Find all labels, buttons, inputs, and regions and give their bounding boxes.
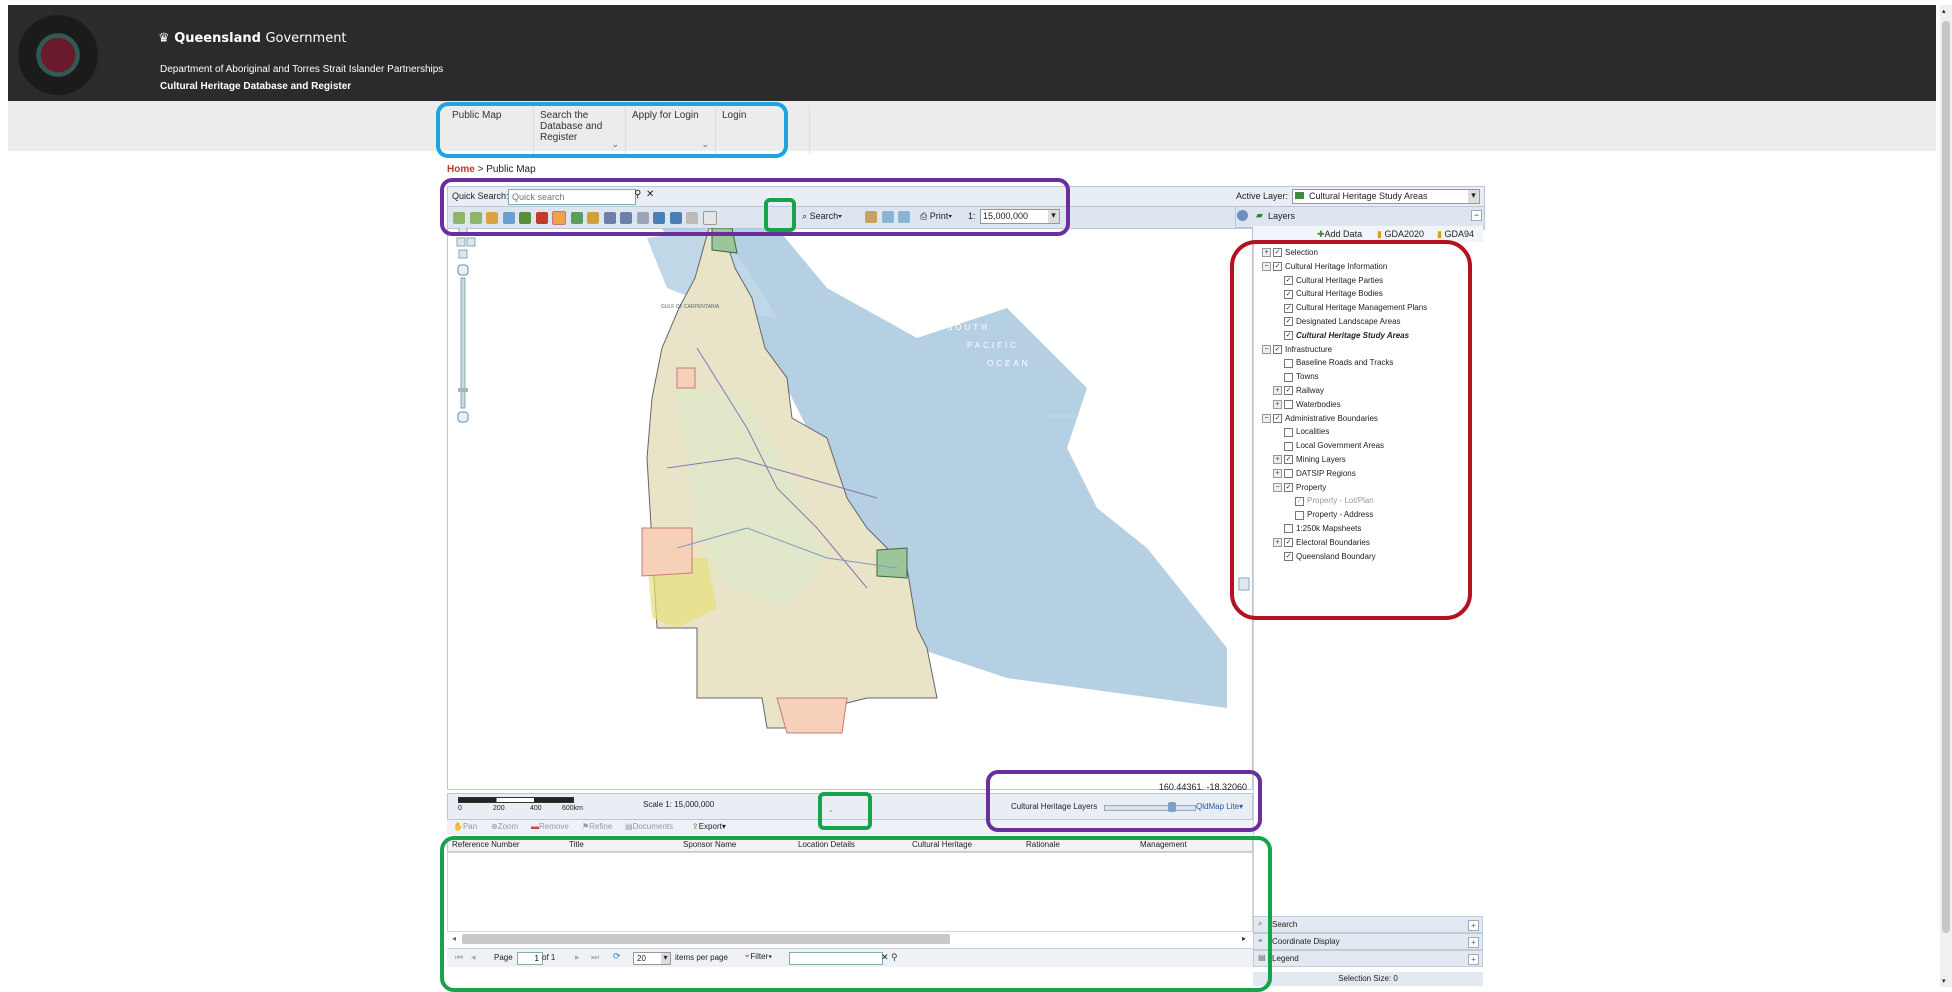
map-label-pacific: PACIFIC: [967, 341, 1019, 350]
layers-icon: ▰: [1256, 210, 1263, 220]
remove-action[interactable]: ▬Remove: [531, 822, 569, 831]
page-scrollbar-thumb[interactable]: [1942, 21, 1950, 933]
pan-down-icon[interactable]: [458, 249, 468, 259]
pan-left-icon[interactable]: [456, 237, 466, 247]
chevron-down-icon: ▾: [721, 822, 726, 831]
expand-icon[interactable]: +: [1468, 937, 1479, 948]
scroll-down-icon[interactable]: ▾: [1942, 977, 1946, 985]
action-label: Pan: [462, 822, 478, 831]
zoom-slider-thumb[interactable]: [458, 388, 468, 392]
annotation-document-tool-box: [764, 198, 796, 232]
action-label: Documents: [632, 822, 674, 831]
scalebar-tick: 600km: [562, 805, 584, 812]
export-icon: ⇪: [692, 822, 699, 831]
map-label-coral-sea: CORAL SEA: [1047, 414, 1076, 420]
breadcrumb: Home > Public Map: [447, 164, 536, 175]
gda2020-button[interactable]: ▮ GDA2020: [1377, 229, 1424, 240]
layers-title: Layers: [1268, 211, 1296, 221]
layers-panel-header: ▰ Layers −: [1235, 206, 1485, 228]
brand-light: Government: [265, 31, 347, 46]
scalebar-tick: 200: [493, 805, 505, 812]
map-image[interactable]: CORAL SEA GULF OF CARPENTARIA SOUTH PACI…: [447, 228, 1253, 790]
accordion-label: Coordinate Display: [1272, 937, 1340, 946]
search-accordion[interactable]: ⌕ Search +: [1253, 916, 1483, 933]
collapse-icon[interactable]: −: [1471, 210, 1482, 221]
scalebar-tick: 400: [530, 805, 542, 812]
site-title: Cultural Heritage Database and Register: [160, 81, 352, 92]
documents-action[interactable]: ▤Documents: [625, 822, 673, 831]
accordion-label: Legend: [1272, 954, 1299, 963]
coordinate-display-accordion[interactable]: ⌖ Coordinate Display +: [1253, 933, 1483, 950]
remove-icon: ▬: [531, 822, 539, 831]
scale-text: Scale 1: 15,000,000: [643, 800, 715, 809]
zoom-action[interactable]: ⊕Zoom: [491, 822, 518, 831]
help-icon[interactable]: [1237, 210, 1248, 221]
gda94-label: GDA94: [1444, 229, 1474, 239]
accordion-label: Search: [1272, 920, 1298, 929]
hatched-area-small: [676, 367, 696, 389]
breadcrumb-home-link[interactable]: Home: [447, 164, 475, 175]
department-name: Department of Aboriginal and Torres Stra…: [160, 64, 444, 75]
nav-band: [8, 101, 1936, 151]
scalebar-tick: 0: [458, 805, 462, 812]
site-header: ♛ Queensland Government Department of Ab…: [8, 5, 1936, 101]
hatched-area-west: [641, 527, 693, 577]
chevron-down-icon: ▾: [1468, 190, 1479, 203]
action-label: Refine: [589, 822, 613, 831]
pan-action[interactable]: ✋Pan: [453, 822, 477, 831]
annotation-layer-tree-box: [1230, 240, 1472, 620]
action-label: Remove: [539, 822, 569, 831]
zoom-in-button[interactable]: [457, 264, 469, 276]
scalebar: [458, 797, 574, 803]
annotation-nav-box: [436, 102, 788, 158]
zoom-icon: ⊕: [491, 822, 498, 831]
queensland-government-logo[interactable]: ♛ Queensland Government: [158, 31, 347, 46]
layer-color-icon: [1295, 192, 1304, 199]
annotation-map-status-box: [986, 770, 1262, 832]
brand-bold: Queensland: [174, 31, 261, 46]
refine-action[interactable]: ⚑Refine: [582, 822, 612, 831]
annotation-toolbar-box: [440, 178, 1070, 236]
add-icon: ✚: [1317, 229, 1325, 239]
crest-icon: ♛: [158, 31, 170, 46]
legend-accordion[interactable]: ▤ Legend +: [1253, 950, 1483, 967]
zoom-out-button[interactable]: [457, 411, 469, 423]
gda94-button[interactable]: ▮ GDA94: [1437, 229, 1474, 240]
map-label-ocean: OCEAN: [987, 359, 1030, 368]
action-label: Zoom: [497, 822, 519, 831]
annotation-results-box: [440, 836, 1272, 992]
pin-icon: ▮: [1377, 229, 1382, 239]
selection-size-status: Selection Size: 0: [1253, 972, 1483, 986]
add-data-label: Add Data: [1324, 229, 1363, 239]
expand-icon[interactable]: +: [1468, 920, 1479, 931]
expand-icon[interactable]: +: [1468, 954, 1479, 965]
hand-icon: ✋: [453, 822, 463, 831]
add-data-button[interactable]: ✚Add Data: [1317, 229, 1362, 240]
active-layer-select[interactable]: Cultural Heritage Study Areas ▾: [1292, 189, 1480, 204]
pan-right-icon[interactable]: [466, 237, 476, 247]
study-area-east: [876, 547, 908, 579]
active-layer-label: Active Layer:: [1236, 191, 1289, 201]
breadcrumb-separator: >: [474, 164, 487, 175]
map-label-gulf: GULF OF CARPENTARIA: [661, 304, 720, 310]
pin-icon: ▮: [1437, 229, 1442, 239]
action-label: Export: [698, 822, 722, 831]
map-label-south: SOUTH: [947, 323, 990, 332]
documents-icon: ▤: [625, 822, 633, 831]
annotation-expand-box: [818, 792, 872, 830]
datsip-logo: [18, 15, 98, 95]
active-layer-value: Cultural Heritage Study Areas: [1309, 191, 1428, 201]
page-scrollbar[interactable]: ▴ ▾: [1940, 5, 1952, 987]
hatched-area-south: [776, 697, 848, 734]
scroll-up-icon[interactable]: ▴: [1942, 7, 1946, 15]
breadcrumb-current: Public Map: [486, 164, 536, 175]
export-action[interactable]: ⇪Export▾: [692, 822, 726, 831]
gda2020-label: GDA2020: [1384, 229, 1424, 239]
